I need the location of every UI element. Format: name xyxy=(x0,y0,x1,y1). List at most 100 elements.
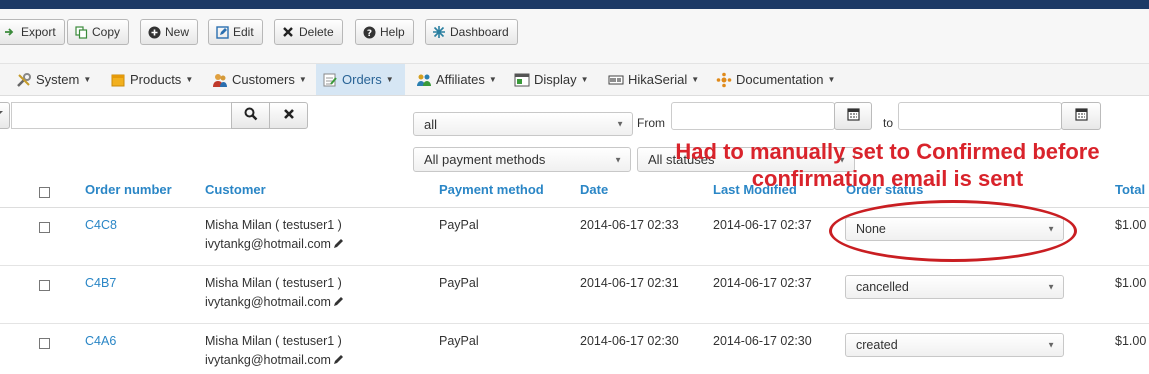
calendar-icon xyxy=(846,108,860,124)
order-date: 2014-06-17 02:31 xyxy=(580,276,679,290)
new-button[interactable]: New xyxy=(140,19,199,45)
search-input[interactable] xyxy=(11,102,232,129)
annotation-line-2: confirmation email is sent xyxy=(751,166,1024,191)
order-number-link[interactable]: C4B7 xyxy=(85,276,116,290)
calendar-icon xyxy=(1074,108,1088,124)
row-checkbox[interactable] xyxy=(39,280,50,291)
column-order-number[interactable]: Order number xyxy=(85,182,172,197)
orders-icon xyxy=(322,72,338,88)
export-button[interactable]: Export xyxy=(0,19,65,45)
edit-icon xyxy=(215,25,229,39)
payment-method: PayPal xyxy=(439,334,479,348)
pencil-icon[interactable] xyxy=(333,237,345,252)
box-icon xyxy=(110,72,126,88)
chevron-down-icon: ▼ xyxy=(1047,282,1055,292)
top-header-bar xyxy=(0,0,1149,9)
order-date: 2014-06-17 02:30 xyxy=(580,334,679,348)
menu-customers-label: Customers xyxy=(232,72,295,87)
copy-icon xyxy=(74,25,88,39)
caret-down-icon: ▼ xyxy=(385,75,394,84)
customer-name: Misha Milan ( testuser1 ) xyxy=(205,334,342,348)
customer-email-line: ivytankg@hotmail.com xyxy=(205,295,345,310)
from-date-input[interactable] xyxy=(671,102,835,130)
users-icon xyxy=(212,72,228,88)
menu-documentation[interactable]: Documentation ▼ xyxy=(710,64,841,95)
help-circle-icon: ? xyxy=(362,25,376,39)
serial-icon xyxy=(608,72,624,88)
dashboard-label: Dashboard xyxy=(450,25,509,39)
copy-button[interactable]: Copy xyxy=(67,19,130,45)
delete-button[interactable]: Delete xyxy=(274,19,343,45)
wrench-icon xyxy=(16,72,32,88)
order-number-link[interactable]: C4C8 xyxy=(85,218,117,232)
menu-orders[interactable]: Orders ▼ xyxy=(316,64,405,95)
menu-display-label: Display xyxy=(534,72,577,87)
menu-system[interactable]: System ▼ xyxy=(10,64,97,95)
filter-icon xyxy=(0,108,3,123)
x-icon xyxy=(281,25,295,39)
to-date-input[interactable] xyxy=(898,102,1062,130)
last-modified-date: 2014-06-17 02:30 xyxy=(713,334,812,348)
search-button[interactable] xyxy=(231,102,270,129)
customer-name: Misha Milan ( testuser1 ) xyxy=(205,276,342,290)
caret-down-icon: ▼ xyxy=(827,75,836,84)
docs-icon xyxy=(716,72,732,88)
menu-affiliates-label: Affiliates xyxy=(436,72,485,87)
annotation-line-1: Had to manually set to Confirmed before xyxy=(675,139,1100,164)
type-select[interactable]: all ▼ xyxy=(413,112,633,136)
dashboard-icon xyxy=(432,25,446,39)
annotation-text: Had to manually set to Confirmed before … xyxy=(630,138,1145,192)
order-date: 2014-06-17 02:33 xyxy=(580,218,679,232)
to-label: to xyxy=(883,116,894,130)
caret-down-icon: ▼ xyxy=(83,75,92,84)
main-menu: System ▼ Products ▼ Customers ▼ Orders ▼ Aff… xyxy=(0,64,1149,96)
caret-down-icon: ▼ xyxy=(185,75,194,84)
to-calendar-button[interactable] xyxy=(1061,102,1101,130)
pencil-icon[interactable] xyxy=(333,295,345,310)
chevron-down-icon: ▼ xyxy=(1047,340,1055,350)
column-customer[interactable]: Customer xyxy=(205,182,266,197)
pencil-icon[interactable] xyxy=(333,353,345,368)
menu-customers[interactable]: Customers ▼ xyxy=(206,64,313,95)
row-checkbox[interactable] xyxy=(39,338,50,349)
customer-email: ivytankg@hotmail.com xyxy=(205,295,331,309)
export-label: Export xyxy=(21,25,56,39)
toolbar: Export Copy New Edit Delete ? Help Dashb… xyxy=(0,9,1149,64)
column-payment-method[interactable]: Payment method xyxy=(439,182,544,197)
menu-products-label: Products xyxy=(130,72,182,87)
payment-method: PayPal xyxy=(439,218,479,232)
payment-method-select[interactable]: All payment methods ▼ xyxy=(413,147,631,172)
help-button[interactable]: ? Help xyxy=(355,19,414,45)
last-modified-date: 2014-06-17 02:37 xyxy=(713,218,812,232)
edit-button[interactable]: Edit xyxy=(208,19,263,45)
new-label: New xyxy=(165,25,190,39)
customer-email: ivytankg@hotmail.com xyxy=(205,353,331,367)
order-total: $1.00 xyxy=(1115,218,1147,232)
dashboard-button[interactable]: Dashboard xyxy=(425,19,518,45)
from-label: From xyxy=(637,116,665,130)
menu-orders-label: Orders xyxy=(342,72,382,87)
customer-name: Misha Milan ( testuser1 ) xyxy=(205,218,342,232)
chevron-down-icon: ▼ xyxy=(616,119,624,129)
select-all-checkbox[interactable] xyxy=(39,187,50,198)
order-status-select[interactable]: created ▼ xyxy=(845,333,1064,357)
payment-select-value: All payment methods xyxy=(424,152,546,167)
order-number-link[interactable]: C4A6 xyxy=(85,334,116,348)
menu-hikaserial[interactable]: HikaSerial ▼ xyxy=(602,64,705,95)
customer-email-line: ivytankg@hotmail.com xyxy=(205,353,345,368)
menu-display[interactable]: Display ▼ xyxy=(508,64,595,95)
row-checkbox[interactable] xyxy=(39,222,50,233)
display-icon xyxy=(514,72,530,88)
search-icon xyxy=(244,107,258,124)
delete-label: Delete xyxy=(299,25,334,39)
annotation-ellipse xyxy=(829,200,1077,262)
order-status-select[interactable]: cancelled ▼ xyxy=(845,275,1064,299)
filter-toggle-button[interactable] xyxy=(0,102,10,129)
menu-products[interactable]: Products ▼ xyxy=(104,64,199,95)
order-status-value: created xyxy=(856,338,898,352)
menu-affiliates[interactable]: Affiliates ▼ xyxy=(410,64,503,95)
clear-search-button[interactable] xyxy=(269,102,308,129)
chevron-down-icon: ▼ xyxy=(614,155,622,164)
from-calendar-button[interactable] xyxy=(834,102,872,130)
column-date[interactable]: Date xyxy=(580,182,608,197)
